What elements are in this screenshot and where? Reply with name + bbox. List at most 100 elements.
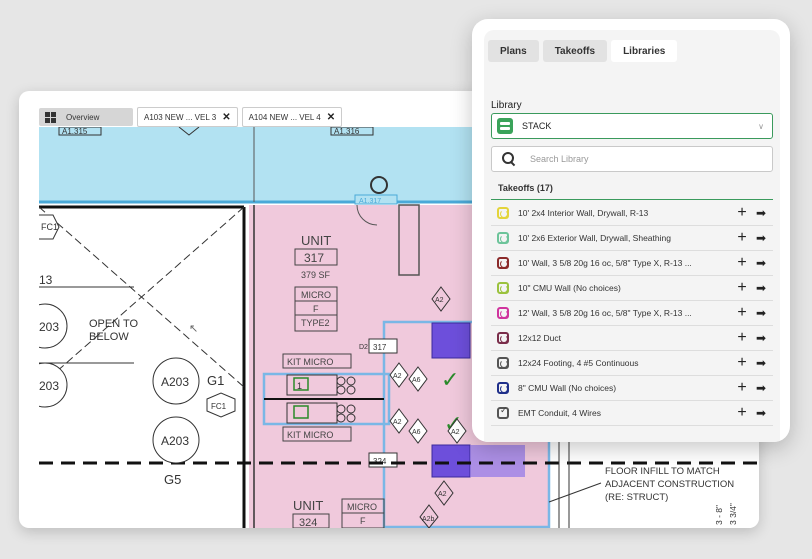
chevron-down-icon: ∨ bbox=[758, 121, 764, 131]
tab-plans[interactable]: Plans bbox=[488, 40, 539, 62]
fixture-label: 1 bbox=[297, 381, 302, 391]
tag-a2: A2 bbox=[438, 491, 447, 498]
area-takeoff-icon bbox=[497, 332, 509, 344]
count-takeoff-icon bbox=[497, 405, 509, 419]
arrow-right-icon[interactable]: ➡ bbox=[751, 356, 771, 370]
plus-icon[interactable]: + bbox=[733, 280, 751, 296]
note-below: BELOW bbox=[89, 331, 129, 343]
tab-a104[interactable]: A104 NEW ... VEL 4 ✕ bbox=[241, 107, 343, 127]
plus-icon[interactable]: + bbox=[733, 255, 751, 271]
takeoff-row[interactable]: 10' 2x6 Exterior Wall, Drywall, Sheathin… bbox=[491, 226, 773, 251]
unit-number: 317 bbox=[304, 251, 324, 265]
tag-a6: A6 bbox=[412, 377, 421, 384]
arrow-right-icon[interactable]: ➡ bbox=[751, 281, 771, 295]
micro-type-label: TYPE2 bbox=[301, 318, 330, 328]
unit-area-label: 379 SF bbox=[301, 270, 331, 280]
arrow-right-icon[interactable]: ➡ bbox=[751, 206, 771, 220]
tab-overview[interactable]: Overview bbox=[39, 108, 133, 126]
stack-logo-icon bbox=[497, 118, 513, 134]
arrow-right-icon[interactable]: ➡ bbox=[751, 381, 771, 395]
door-tag-317: 317 bbox=[373, 343, 387, 352]
takeoff-library-panel: Plans Takeoffs Libraries Library STACK ∨… bbox=[472, 19, 790, 442]
takeoff-list: 10' 2x4 Interior Wall, Drywall, R-13 + ➡ 10… bbox=[491, 201, 773, 426]
takeoff-row[interactable]: 8" CMU Wall (No choices) + ➡ bbox=[491, 376, 773, 401]
arrow-right-icon[interactable]: ➡ bbox=[751, 231, 771, 245]
grid-g1: G1 bbox=[207, 373, 224, 388]
takeoff-name: 10" CMU Wall (No choices) bbox=[518, 283, 621, 293]
library-label: Library bbox=[491, 100, 522, 111]
grid-line-13: 13 bbox=[39, 273, 53, 287]
tab-a103-label: A103 NEW ... VEL 3 bbox=[144, 112, 217, 122]
plus-icon[interactable]: + bbox=[733, 380, 751, 396]
tag-fc1: FC1 bbox=[41, 222, 58, 232]
takeoff-row[interactable]: 12x12 Duct + ➡ bbox=[491, 326, 773, 351]
grid-icon bbox=[45, 111, 56, 123]
dimension-label: 3 3/4" bbox=[728, 503, 738, 525]
tab-takeoffs[interactable]: Takeoffs bbox=[542, 40, 608, 62]
grid-bubble-203: 203 bbox=[39, 320, 59, 334]
micro-label: MICRO bbox=[301, 290, 331, 300]
plus-icon[interactable]: + bbox=[733, 305, 751, 321]
area-takeoff-icon bbox=[497, 307, 509, 319]
takeoff-row[interactable]: 10' Wall, 3 5/8 20g 16 oc, 5/8" Type X, … bbox=[491, 251, 773, 276]
panel-content: Plans Takeoffs Libraries Library STACK ∨… bbox=[484, 30, 780, 442]
tag-a2b: A2b bbox=[422, 516, 435, 523]
tag-a6: A6 bbox=[412, 429, 421, 436]
note-re-struct: (RE: STRUCT) bbox=[605, 492, 668, 503]
dimension-label: 3 - 8" bbox=[714, 505, 724, 525]
takeoff-name: 12' Wall, 3 5/8 20g 16 oc, 5/8" Type X, … bbox=[518, 308, 692, 318]
note-open-to: OPEN TO bbox=[89, 318, 139, 330]
takeoffs-header: Takeoffs (17) bbox=[491, 183, 773, 200]
takeoff-row[interactable]: 10' 2x4 Interior Wall, Drywall, R-13 + ➡ bbox=[491, 201, 773, 226]
close-icon[interactable]: ✕ bbox=[327, 112, 335, 123]
micro-label: MICRO bbox=[347, 502, 377, 512]
arrow-right-icon[interactable]: ➡ bbox=[751, 306, 771, 320]
area-takeoff-icon bbox=[497, 207, 509, 219]
area-takeoff-icon bbox=[497, 282, 509, 294]
tag-a2: A2 bbox=[435, 297, 444, 304]
tag-a2: A2 bbox=[451, 429, 460, 436]
detail-a203: A203 bbox=[161, 434, 189, 448]
arrow-right-icon[interactable]: ➡ bbox=[751, 331, 771, 345]
close-icon[interactable]: ✕ bbox=[222, 112, 230, 123]
note-floor-infill: FLOOR INFILL TO MATCH bbox=[605, 466, 720, 477]
takeoff-name: 10' 2x6 Exterior Wall, Drywall, Sheathin… bbox=[518, 233, 671, 243]
arrow-right-icon[interactable]: ➡ bbox=[751, 406, 771, 420]
plus-icon[interactable]: + bbox=[733, 205, 751, 221]
takeoff-name: 12x12 Duct bbox=[518, 333, 561, 343]
tag-a1317: A1.317 bbox=[359, 198, 381, 205]
search-input[interactable] bbox=[528, 153, 762, 165]
unit-label: UNIT bbox=[301, 233, 331, 248]
micro-f-label: F bbox=[360, 516, 366, 526]
tag-fc1: FC1 bbox=[211, 402, 227, 411]
tab-a104-label: A104 NEW ... VEL 4 bbox=[248, 112, 321, 122]
takeoff-row[interactable]: 10" CMU Wall (No choices) + ➡ bbox=[491, 276, 773, 301]
takeoff-row[interactable]: 12x24 Footing, 4 #5 Continuous + ➡ bbox=[491, 351, 773, 376]
document-tab-bar: Overview A103 NEW ... VEL 3 ✕ A104 NEW .… bbox=[39, 107, 343, 127]
tab-libraries[interactable]: Libraries bbox=[611, 40, 678, 62]
area-takeoff-icon bbox=[497, 357, 509, 369]
highlight-box[interactable] bbox=[431, 444, 471, 478]
plus-icon[interactable]: + bbox=[733, 405, 751, 421]
area-takeoff-icon bbox=[497, 382, 509, 394]
cursor-icon: ↖ bbox=[189, 323, 198, 335]
takeoff-name: 10' 2x4 Interior Wall, Drywall, R-13 bbox=[518, 208, 649, 218]
tag-a2: A2 bbox=[393, 419, 402, 426]
plus-icon[interactable]: + bbox=[733, 355, 751, 371]
takeoff-row[interactable]: EMT Conduit, 4 Wires +➡ bbox=[491, 401, 773, 426]
takeoff-name: EMT Conduit, 4 Wires bbox=[518, 408, 601, 418]
grid-bubble-203: 203 bbox=[39, 379, 59, 393]
area-takeoff-icon bbox=[497, 232, 509, 244]
highlight-box[interactable] bbox=[431, 322, 471, 359]
plus-icon[interactable]: + bbox=[733, 330, 751, 346]
grid-g5: G5 bbox=[164, 472, 181, 487]
takeoff-row[interactable]: 12' Wall, 3 5/8 20g 16 oc, 5/8" Type X, … bbox=[491, 301, 773, 326]
note-adjacent: ADJACENT CONSTRUCTION bbox=[605, 479, 734, 490]
plus-icon[interactable]: + bbox=[733, 230, 751, 246]
micro-f-label: F bbox=[313, 304, 319, 314]
tab-a103[interactable]: A103 NEW ... VEL 3 ✕ bbox=[137, 107, 238, 127]
arrow-right-icon[interactable]: ➡ bbox=[751, 256, 771, 270]
search-box[interactable] bbox=[491, 146, 773, 172]
check-icon: ✓ bbox=[441, 367, 459, 392]
library-select[interactable]: STACK ∨ bbox=[491, 113, 773, 139]
